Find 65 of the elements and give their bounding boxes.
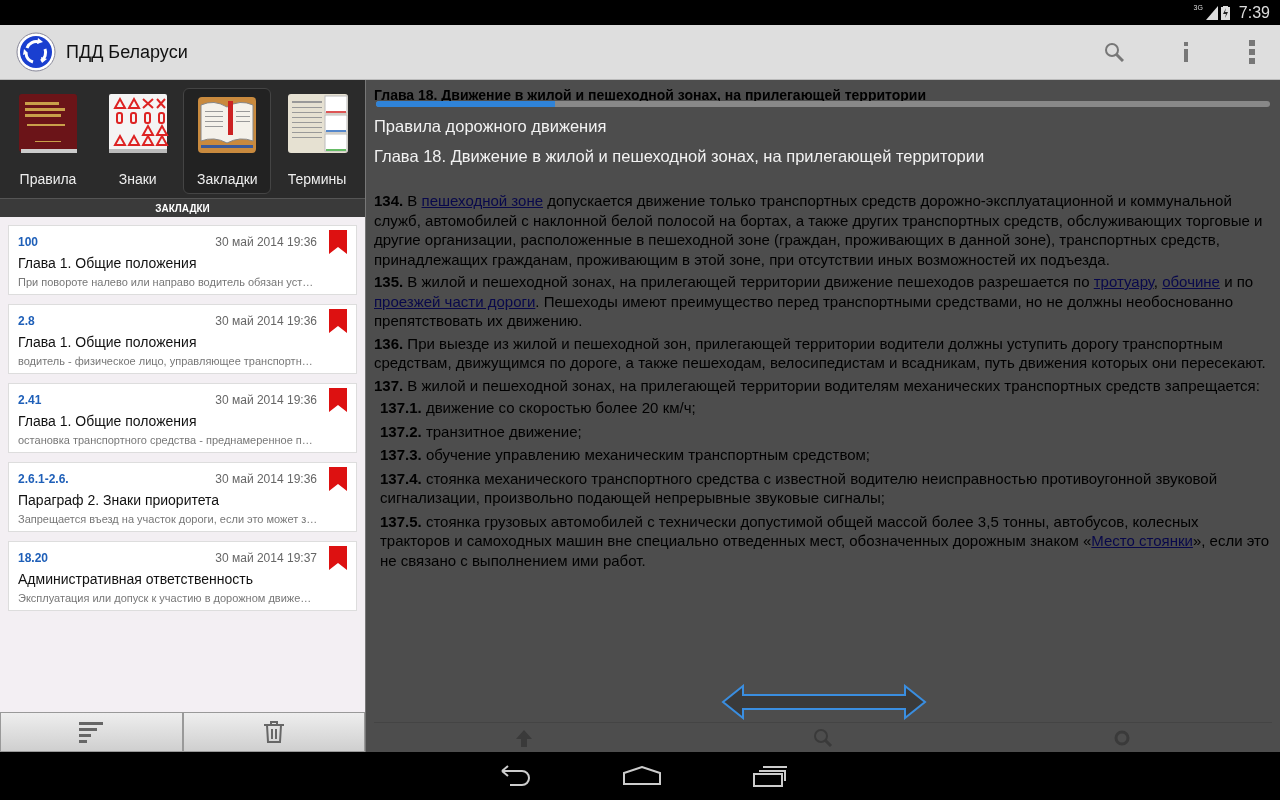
shelf-tab[interactable]: Знаки — [93, 88, 182, 194]
section-title: ЗАКЛАДКИ — [155, 202, 210, 214]
app-title: ПДД Беларуси — [66, 41, 188, 63]
app-logo-icon[interactable] — [16, 32, 56, 72]
bookmark-ribbon-icon — [329, 546, 347, 570]
paragraph-text: 134. В пешеходной зоне допускается движение только транспортных средств дорожно-эксплуатационной и коммунальной служб, автомобилей с наклонной белой полосой на бортах, а также других транспортных средств, обслуживающих торговые и другие организации, расположенные в пешеходной зоне (граждан, проживающих в данной зоне), транспортных средств, принадлежащих гражданам, проживающим в этой зоне, при отсутствии иных возможностей их подъезда. — [374, 191, 1264, 269]
bookmark-snippet: Запрещается въезд на участок дороги, если это может з… — [18, 513, 319, 525]
bookmark-date: 30 май 2014 19:36 — [215, 235, 317, 249]
bookmark-ribbon-icon — [329, 388, 347, 412]
bookmark-ribbon-icon — [329, 230, 347, 254]
sort-button[interactable] — [0, 712, 183, 752]
bookmark-date: 30 май 2014 19:36 — [215, 393, 317, 407]
bookmark-title: Глава 1. Общие положения — [18, 255, 198, 271]
signal-icon — [1205, 5, 1218, 20]
info-icon[interactable] — [1182, 42, 1190, 62]
bookmark-title: Административная ответственность — [18, 571, 255, 587]
bookmark-snippet: Эксплуатация или допуск к участию в дорожном движе… — [18, 592, 313, 604]
bookmark-ribbon-icon — [329, 467, 347, 491]
paragraph-text: 136. При выезде из жилой и пешеходной зон, прилегающей территории водители должны уступить дорогу транспортным средствам, движущимся по дороге, а также пешеходам, велосипедистам и всадникам, путь движения которых они пересекают. — [374, 333, 1267, 373]
bookmark-snippet: остановка транспортного средства - преднамеренное п… — [18, 434, 314, 446]
bookmark-card[interactable]: 2.8 30 май 2014 19:36 Глава 1. Общие положения водитель - физическое лицо, управляющее транспортн… — [8, 304, 357, 374]
shelf-tab[interactable]: Закладки — [183, 88, 272, 194]
sort-lines-icon — [78, 721, 105, 743]
paragraph-text: 135. В жилой и пешеходной зонах, на прилегающей территории движение пешеходов разрешается по тротуару, обочине и по проезжей части дороги. Пешеходы имеют преимущество перед транспортными средствами, но не должны необоснованно препятствовать их движению. — [374, 272, 1255, 331]
bookmark-snippet: водитель - физическое лицо, управляющее транспортн… — [18, 355, 314, 367]
battery-icon — [1220, 5, 1230, 20]
bookmark-date: 30 май 2014 19:36 — [215, 472, 317, 486]
search-icon[interactable] — [1104, 42, 1124, 62]
trash-icon — [262, 720, 285, 744]
bookmark-card[interactable]: 100 30 май 2014 19:36 Глава 1. Общие положения При повороте налево или направо водитель обязан уст… — [8, 225, 357, 295]
bookmark-reference: 2.6.1-2.6. — [18, 472, 70, 486]
road-signs-icon — [106, 93, 169, 155]
double-arrow-icon[interactable] — [721, 684, 927, 720]
list-item-text: 137.1. движение со скоростью более 20 км/ч; — [380, 398, 697, 418]
list-item-text: 137.5. стоянка грузовых автомобилей с технически допустимой общей массой более 3,5 тонны, автобусов, колесных тракторов и самоходных машин вне специально отведенных мест, обозначенных дорожным знаком «Место стоянки», если это не связано с выполнением ими работ. — [380, 511, 1271, 570]
bookmark-card[interactable]: 18.20 30 май 2014 19:37 Административная ответственность Эксплуатация или допуск к участию в дорожном движе… — [8, 541, 357, 611]
bookmark-date: 30 май 2014 19:36 — [215, 314, 317, 328]
bookmark-reference: 2.41 — [18, 393, 43, 407]
clock: 7:39 — [1238, 3, 1270, 22]
bookmark-ribbon-icon — [329, 309, 347, 333]
shelf-tab[interactable]: Термины — [272, 88, 361, 194]
recent-apps-icon[interactable] — [752, 765, 788, 787]
list-item-text: 137.3. обучение управлению механическим транспортным средством; — [380, 445, 871, 465]
bookmark-reference: 2.8 — [18, 314, 36, 328]
bookmark-card[interactable]: 2.41 30 май 2014 19:36 Глава 1. Общие положения остановка транспортного средства - преднамеренное п… — [8, 383, 357, 453]
chapter-heading: Глава 18. Движение в жилой и пешеходной зонах, на прилегающей территории — [374, 88, 928, 100]
list-item-text: 137.4. стоянка механического транспортного средства с известной водителю неисправностью противоугонной звуковой сигнализации, произвольно подающей непрерывные звуковые сигналы; — [380, 468, 1219, 508]
dictionary-page-icon — [285, 93, 348, 155]
home-icon[interactable] — [622, 766, 662, 786]
bookmark-title: Глава 1. Общие положения — [18, 413, 198, 429]
bookmark-card[interactable]: 2.6.1-2.6. 30 май 2014 19:36 Параграф 2. Знаки приоритета Запрещается въезд на участок дороги, если это может з… — [8, 462, 357, 532]
paragraph-text: 137. В жилой и пешеходной зонах, на прилегающей территории водителям механических транспортных средств запрещается: — [374, 375, 1261, 395]
bookmark-title: Глава 1. Общие положения — [18, 334, 198, 350]
list-item-text: 137.2. транзитное движение; — [380, 421, 583, 441]
loading-book-title: Правила дорожного движения — [374, 117, 608, 136]
book-icon — [17, 93, 79, 155]
overflow-menu-icon[interactable] — [1248, 40, 1256, 64]
bookmark-snippet: При повороте налево или направо водитель обязан уст… — [18, 276, 315, 288]
shelf-tab[interactable]: Правила — [4, 88, 92, 194]
bookmark-date: 30 май 2014 19:37 — [215, 551, 317, 565]
bookmark-title: Параграф 2. Знаки приоритета — [18, 492, 221, 508]
delete-button[interactable] — [182, 712, 365, 752]
bookmark-reference: 100 — [18, 235, 40, 249]
bookmark-reference: 18.20 — [18, 551, 50, 565]
loading-chapter-title: Глава 18. Движение в жилой и пешеходной зонах, на прилегающей территории — [374, 147, 986, 166]
